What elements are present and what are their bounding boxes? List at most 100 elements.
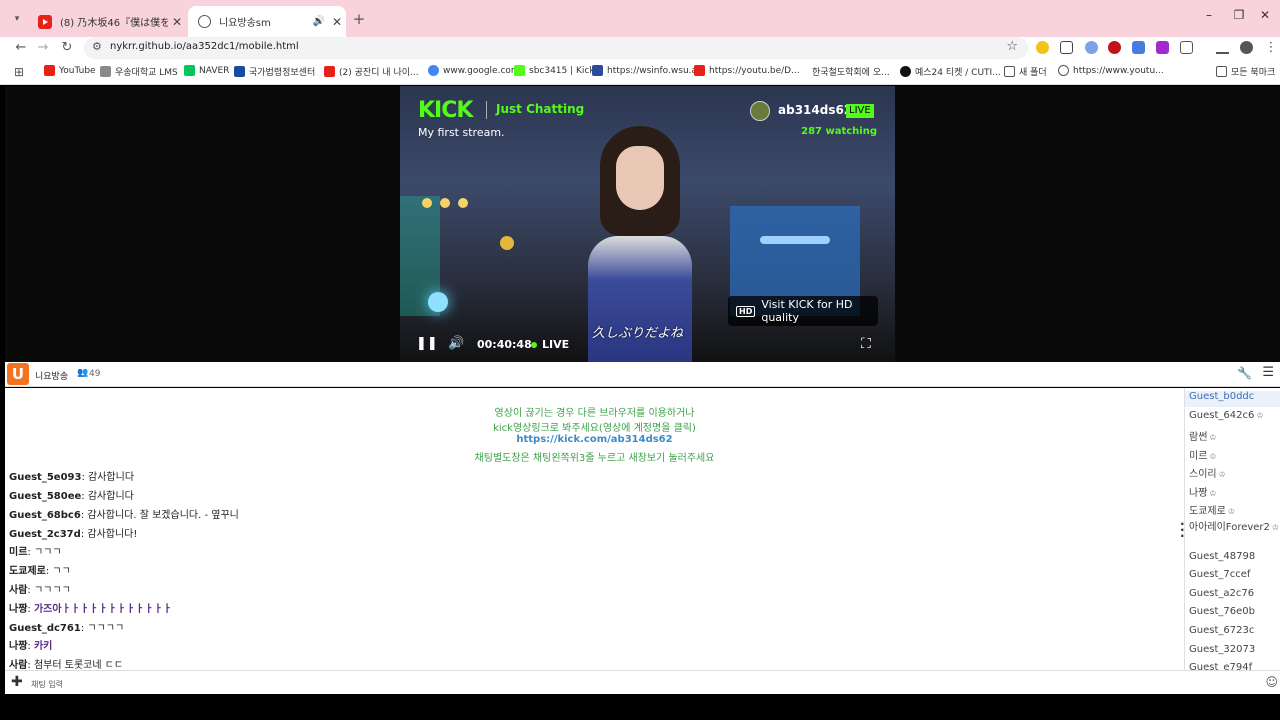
profile-avatar[interactable]	[1240, 41, 1253, 54]
user-list-item[interactable]: Guest_7ccef	[1189, 569, 1250, 580]
user-list-item[interactable]: Guest_642c6 ♔	[1189, 410, 1264, 421]
user-list-item[interactable]: 나짱 ♔	[1189, 484, 1217, 499]
chat-message: 도쿄제로: ㄱㄱ	[9, 566, 71, 577]
download-extension-icon[interactable]	[1156, 41, 1169, 54]
kick-link[interactable]: https://kick.com/ab314ds62	[5, 434, 1184, 445]
user-list-item[interactable]: Guest_6723c	[1189, 625, 1254, 636]
all-bookmarks-button[interactable]: 모든 북마크	[1216, 65, 1275, 78]
bookmark-item[interactable]: YouTube	[44, 65, 96, 76]
bookmark-item[interactable]: sbc3415 | Kick	[514, 65, 595, 76]
chat-username[interactable]: 사람	[9, 660, 27, 670]
chat-username[interactable]: 나짱	[9, 641, 27, 652]
user-list-item[interactable]: 스이리 ♔	[1189, 465, 1226, 480]
bookmark-item[interactable]: https://www.youtu...	[1058, 65, 1164, 76]
bookmark-item[interactable]: NAVER	[184, 65, 229, 76]
kick-logo: KICK	[418, 98, 473, 123]
chat-username[interactable]: Guest_68bc6	[9, 510, 81, 521]
streamer-avatar[interactable]	[750, 101, 770, 121]
close-icon[interactable]: ✕	[328, 15, 346, 29]
more-menu-icon[interactable]: ⋮	[1260, 37, 1280, 59]
puzzle-icon[interactable]	[1180, 41, 1193, 54]
tab-search-chevron-icon[interactable]: ▾	[6, 8, 28, 30]
chat-username[interactable]: Guest_580ee	[9, 491, 81, 502]
kick-video-player[interactable]: KICK Just Chatting My first stream. ab31…	[400, 86, 895, 362]
emoji-icon[interactable]: ☺	[1265, 675, 1278, 689]
user-list-item[interactable]: Guest_e794f	[1189, 662, 1252, 670]
reload-icon[interactable]: ↻	[56, 37, 78, 59]
chat-username[interactable]: Guest_5e093	[9, 472, 81, 483]
bookmark-label: (2) 공잔디 내 나이...	[339, 68, 419, 78]
user-menu-dots-icon[interactable]: · · ·	[1180, 518, 1185, 542]
chat-text: 감사합니다	[88, 472, 135, 483]
chat-messages[interactable]: 영상이 끊기는 경우 다른 브라우저를 이용하거나 kick영상링크로 봐주세요…	[5, 388, 1184, 670]
address-bar[interactable]: ⚙ nykrr.github.io/aa352dc1/mobile.html ☆	[84, 37, 1028, 59]
user-name: 람썬	[1189, 432, 1208, 443]
bookmark-item[interactable]: https://youtu.be/D...	[694, 65, 800, 76]
user-list-item[interactable]: 도쿄제로 ♔	[1189, 502, 1235, 517]
fullscreen-icon[interactable]: ⛶	[861, 336, 871, 352]
user-list-item[interactable]: 미르 ♔	[1189, 447, 1217, 462]
bookmark-item[interactable]: 새 폴더	[1004, 65, 1047, 78]
stream-category[interactable]: Just Chatting	[496, 102, 584, 116]
bookmark-item[interactable]: (2) 공잔디 내 나이...	[324, 65, 419, 78]
opera-extension-icon[interactable]	[1108, 41, 1121, 54]
extension-icon[interactable]	[1085, 41, 1098, 54]
plus-icon[interactable]: ✚	[11, 674, 23, 690]
back-arrow-icon[interactable]: ←	[10, 37, 32, 59]
crown-icon: ♔	[1209, 433, 1217, 442]
user-list-item[interactable]: Guest_b0ddc	[1185, 391, 1280, 407]
close-icon[interactable]: ✕	[168, 15, 186, 29]
streamer-name[interactable]: ab314ds62	[778, 103, 852, 117]
image-extension-icon[interactable]	[1060, 41, 1073, 54]
chat-logo: U	[7, 363, 29, 385]
bookmark-item[interactable]: https://wsinfo.wsu.a...	[592, 65, 706, 76]
user-list-item[interactable]: Guest_32073	[1189, 644, 1255, 655]
user-name: 도쿄제로	[1189, 506, 1226, 517]
chat-username[interactable]: 도쿄제로	[9, 566, 46, 577]
crown-icon: ♔	[1227, 507, 1235, 516]
wrench-icon[interactable]: 🔧	[1237, 366, 1252, 380]
bookmark-item[interactable]: 우송대학교 LMS	[100, 65, 178, 78]
live-indicator[interactable]: LIVE	[531, 338, 569, 351]
chat-username[interactable]: Guest_2c37d	[9, 529, 81, 540]
bookmark-item[interactable]: 예스24 티켓 / CUTI...	[900, 65, 1001, 78]
bookmark-item[interactable]: www.google.com	[428, 65, 520, 76]
new-tab-button[interactable]: +	[348, 8, 370, 30]
hd-quality-button[interactable]: HD Visit KICK for HD quality	[728, 296, 878, 326]
youtube-icon	[44, 65, 55, 76]
close-window-button[interactable]: ✕	[1250, 8, 1280, 28]
chat-username[interactable]: 나짱	[9, 604, 27, 615]
chat-username[interactable]: Guest_dc761	[9, 623, 81, 634]
notice-line: 영상이 끊기는 경우 다른 브라우저를 이용하거나	[494, 408, 695, 419]
chat-text: 카키	[33, 641, 53, 652]
browser-tab-active[interactable]: 니요방송sm 🔊 ✕	[188, 6, 346, 37]
site-info-icon[interactable]: ⚙	[92, 40, 102, 53]
hamburger-menu-icon[interactable]: ☰	[1262, 365, 1274, 380]
speaker-icon[interactable]: 🔊	[310, 16, 328, 27]
forward-arrow-icon[interactable]: →	[32, 37, 54, 59]
chat-username[interactable]: 미르	[9, 547, 27, 558]
user-list[interactable]: Guest_b0ddc Guest_642c6 ♔ 람썬 ♔ 미르 ♔ 스이리 ♔ 나짱…	[1184, 388, 1280, 670]
user-list-item[interactable]: 람썬 ♔	[1189, 428, 1217, 443]
apps-grid-icon[interactable]: ⊞	[8, 61, 30, 83]
user-list-item[interactable]: 아아레이Forever2 ♔	[1189, 521, 1280, 534]
chat-input[interactable]: 채팅 입력	[31, 679, 63, 690]
bookmark-star-icon[interactable]: ☆	[1006, 39, 1018, 54]
reading-list-icon[interactable]	[1216, 41, 1229, 54]
user-list-item[interactable]: Guest_48798	[1189, 551, 1255, 562]
bookmark-item[interactable]: 국가법령정보센터	[234, 65, 315, 78]
pause-icon[interactable]: ❚❚	[416, 336, 438, 351]
minimize-button[interactable]: –	[1194, 8, 1224, 28]
user-name: Guest_7ccef	[1189, 569, 1251, 580]
chat-text: 첨부터 토롯코네 ㄷㄷ	[33, 660, 124, 670]
playback-time: 00:40:48	[477, 338, 532, 351]
chat-username[interactable]: 사람	[9, 585, 27, 596]
browser-tab-youtube[interactable]: (8) 乃木坂46『僕は僕を好きに ✕	[28, 6, 186, 37]
bookmark-item[interactable]: 한국철도학회에 오...	[812, 65, 890, 78]
user-list-item[interactable]: Guest_a2c76	[1189, 588, 1254, 599]
extension-icon[interactable]	[1036, 41, 1049, 54]
user-list-item[interactable]: Guest_76e0b	[1189, 606, 1255, 617]
volume-icon[interactable]: 🔊	[448, 336, 464, 351]
bookmark-label: 국가법령정보센터	[249, 68, 316, 78]
extension-icon[interactable]	[1132, 41, 1145, 54]
